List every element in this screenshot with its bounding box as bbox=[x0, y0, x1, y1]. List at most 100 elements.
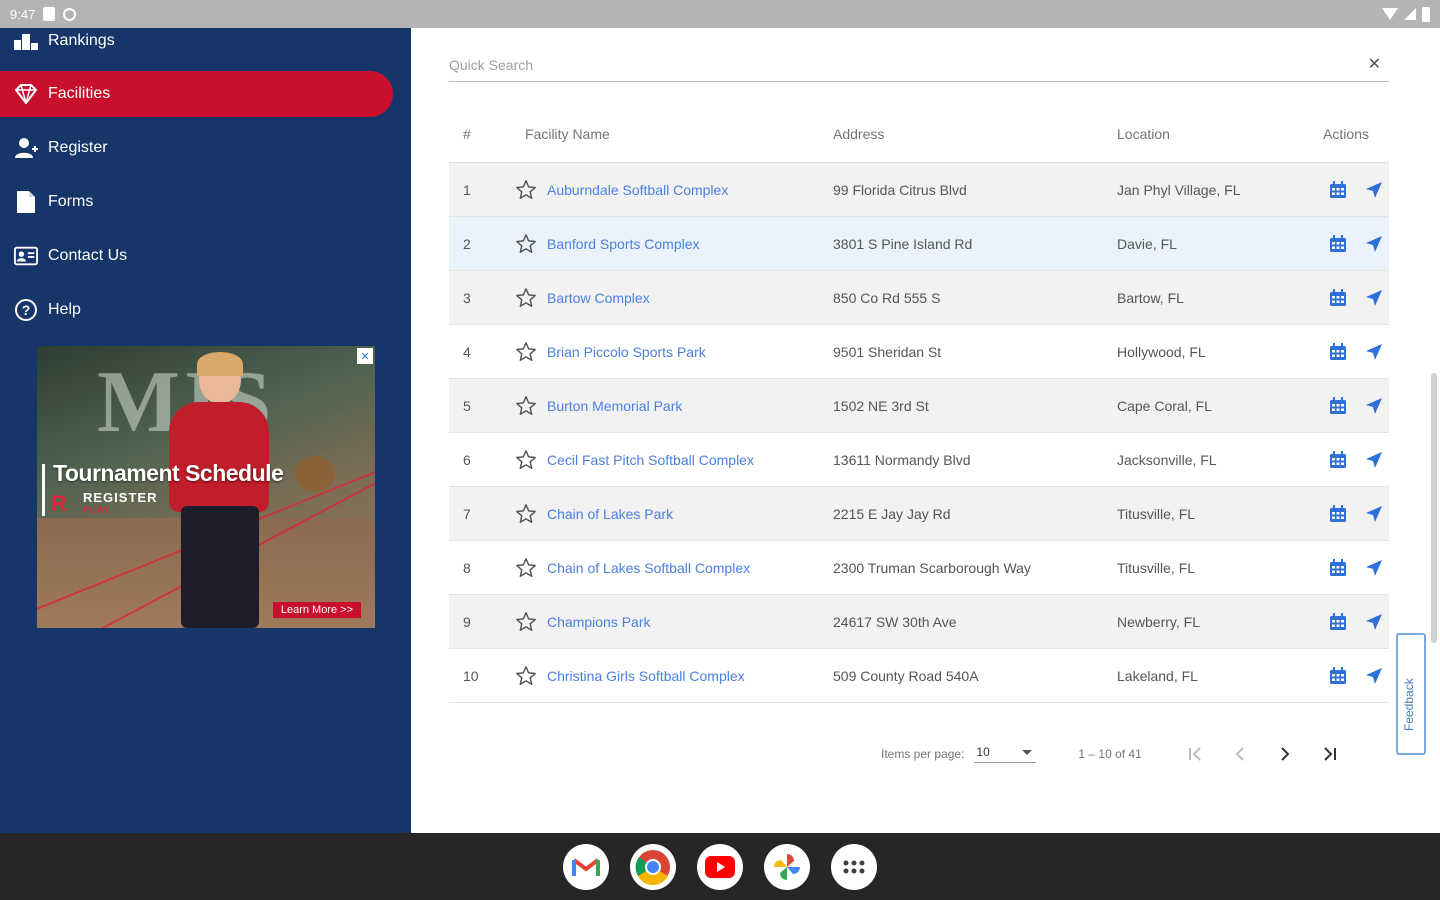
calendar-icon[interactable] bbox=[1329, 666, 1347, 685]
next-page-button[interactable] bbox=[1268, 740, 1302, 768]
first-page-icon bbox=[1188, 747, 1201, 761]
facility-name-link[interactable]: Chain of Lakes Park bbox=[547, 506, 673, 522]
calendar-icon[interactable] bbox=[1329, 450, 1347, 469]
calendar-icon[interactable] bbox=[1329, 288, 1347, 307]
favorite-star-icon[interactable] bbox=[515, 179, 537, 201]
sidebar-item-label: Contact Us bbox=[48, 247, 128, 264]
calendar-icon[interactable] bbox=[1329, 558, 1347, 577]
header-actions: Actions bbox=[1323, 125, 1369, 142]
table-row[interactable]: 2 Banford Sports Complex 3801 S Pine Islan… bbox=[449, 217, 1389, 271]
row-actions bbox=[1297, 666, 1389, 685]
facility-address: 850 Co Rd 555 S bbox=[833, 289, 941, 306]
facility-name-link[interactable]: Brian Piccolo Sports Park bbox=[547, 344, 706, 360]
favorite-star-icon[interactable] bbox=[515, 503, 537, 525]
navigate-icon[interactable] bbox=[1365, 559, 1383, 577]
favorite-star-icon[interactable] bbox=[515, 287, 537, 309]
advertisement-banner[interactable]: MIS Tournament Schedule R REGISTER PLAY … bbox=[37, 346, 375, 628]
previous-page-button[interactable] bbox=[1223, 740, 1257, 768]
chrome-icon[interactable] bbox=[630, 843, 676, 890]
row-number: 1 bbox=[463, 181, 471, 198]
row-actions bbox=[1297, 558, 1389, 577]
facility-name-link[interactable]: Burton Memorial Park bbox=[547, 398, 682, 414]
ad-brand: REGISTER bbox=[83, 490, 158, 505]
sidebar-item-rankings[interactable]: Rankings bbox=[0, 18, 393, 64]
table-row[interactable]: 7 Chain of Lakes Park 2215 E Jay Jay Rd Tit… bbox=[449, 487, 1389, 541]
ad-close-icon[interactable]: ✕ bbox=[357, 348, 373, 364]
last-page-button[interactable] bbox=[1313, 740, 1347, 768]
favorite-star-icon[interactable] bbox=[515, 233, 537, 255]
navigate-icon[interactable] bbox=[1365, 397, 1383, 415]
favorite-star-icon[interactable] bbox=[515, 611, 537, 633]
navigate-icon[interactable] bbox=[1365, 451, 1383, 469]
facility-cell: Auburndale Softball Complex bbox=[511, 179, 833, 201]
table-row[interactable]: 1 Auburndale Softball Complex 99 Florida C… bbox=[449, 163, 1389, 217]
chevron-right-icon bbox=[1281, 747, 1290, 761]
facility-name-link[interactable]: Champions Park bbox=[547, 614, 651, 630]
gmail-icon[interactable] bbox=[563, 843, 609, 890]
sidebar-item-forms[interactable]: Forms bbox=[0, 179, 393, 225]
taskbar bbox=[0, 833, 1440, 900]
favorite-star-icon[interactable] bbox=[515, 449, 537, 471]
table-row[interactable]: 5 Burton Memorial Park 1502 NE 3rd St Cape … bbox=[449, 379, 1389, 433]
table-row[interactable]: 4 Brian Piccolo Sports Park 9501 Sheridan … bbox=[449, 325, 1389, 379]
sidebar-item-label: Rankings bbox=[48, 32, 115, 49]
facility-cell: Banford Sports Complex bbox=[511, 233, 833, 255]
facility-location: Cape Coral, FL bbox=[1117, 397, 1212, 414]
favorite-star-icon[interactable] bbox=[515, 341, 537, 363]
facility-name-link[interactable]: Bartow Complex bbox=[547, 290, 650, 306]
youtube-icon[interactable] bbox=[697, 843, 743, 890]
quick-search: ✕ bbox=[449, 48, 1389, 82]
calendar-icon[interactable] bbox=[1329, 504, 1347, 523]
sidebar-item-contact-us[interactable]: Contact Us bbox=[0, 233, 393, 279]
battery-icon bbox=[1422, 6, 1430, 22]
calendar-icon[interactable] bbox=[1329, 234, 1347, 253]
ad-learn-more-button[interactable]: Learn More >> bbox=[272, 602, 361, 618]
facility-address: 13611 Normandy Blvd bbox=[833, 451, 971, 468]
facility-name-link[interactable]: Chain of Lakes Softball Complex bbox=[547, 560, 750, 576]
table-row[interactable]: 8 Chain of Lakes Softball Complex 2300 Tru… bbox=[449, 541, 1389, 595]
calendar-icon[interactable] bbox=[1329, 342, 1347, 361]
items-per-page-select[interactable]: 10 bbox=[974, 745, 1037, 763]
navigate-icon[interactable] bbox=[1365, 235, 1383, 253]
table-row[interactable]: 9 Champions Park 24617 SW 30th Ave Newberry… bbox=[449, 595, 1389, 649]
navigate-icon[interactable] bbox=[1365, 289, 1383, 307]
header-address[interactable]: Address bbox=[833, 126, 1117, 142]
sidebar-item-register[interactable]: Register bbox=[0, 125, 393, 171]
navigate-icon[interactable] bbox=[1365, 613, 1383, 631]
table-row[interactable]: 3 Bartow Complex 850 Co Rd 555 S Bartow, FL bbox=[449, 271, 1389, 325]
favorite-star-icon[interactable] bbox=[515, 557, 537, 579]
photos-icon[interactable] bbox=[764, 843, 810, 890]
items-per-page-value: 10 bbox=[976, 745, 990, 759]
calendar-icon[interactable] bbox=[1329, 396, 1347, 415]
feedback-button[interactable]: Feedback bbox=[1396, 633, 1426, 755]
page-range: 1 – 10 of 41 bbox=[1078, 747, 1142, 761]
calendar-icon[interactable] bbox=[1329, 180, 1347, 199]
sidebar-item-help[interactable]: ? Help bbox=[0, 287, 393, 333]
facility-location: Titusville, FL bbox=[1117, 505, 1196, 522]
header-location[interactable]: Location bbox=[1117, 126, 1297, 142]
navigate-icon[interactable] bbox=[1365, 505, 1383, 523]
facility-location: Bartow, FL bbox=[1117, 289, 1184, 306]
app-launcher-icon[interactable] bbox=[831, 843, 877, 890]
scrollbar[interactable] bbox=[1431, 373, 1437, 643]
facility-name-link[interactable]: Banford Sports Complex bbox=[547, 236, 700, 252]
facility-name-link[interactable]: Auburndale Softball Complex bbox=[547, 182, 728, 198]
sidebar-item-facilities[interactable]: Facilities bbox=[0, 71, 393, 117]
facility-location: Jacksonville, FL bbox=[1117, 451, 1217, 468]
first-page-button[interactable] bbox=[1178, 740, 1212, 768]
navigate-icon[interactable] bbox=[1365, 343, 1383, 361]
facility-cell: Chain of Lakes Park bbox=[511, 503, 833, 525]
clear-search-icon[interactable]: ✕ bbox=[1368, 54, 1381, 74]
favorite-star-icon[interactable] bbox=[515, 665, 537, 687]
navigate-icon[interactable] bbox=[1365, 181, 1383, 199]
facility-address: 2215 E Jay Jay Rd bbox=[833, 505, 951, 522]
search-input[interactable] bbox=[449, 56, 1349, 73]
header-facility-name[interactable]: Facility Name bbox=[511, 126, 833, 142]
favorite-star-icon[interactable] bbox=[515, 395, 537, 417]
facility-name-link[interactable]: Cecil Fast Pitch Softball Complex bbox=[547, 452, 754, 468]
navigate-icon[interactable] bbox=[1365, 667, 1383, 685]
facility-name-link[interactable]: Christina Girls Softball Complex bbox=[547, 668, 745, 684]
calendar-icon[interactable] bbox=[1329, 612, 1347, 631]
table-row[interactable]: 10 Christina Girls Softball Complex 509 Co… bbox=[449, 649, 1389, 703]
table-row[interactable]: 6 Cecil Fast Pitch Softball Complex 13611 … bbox=[449, 433, 1389, 487]
